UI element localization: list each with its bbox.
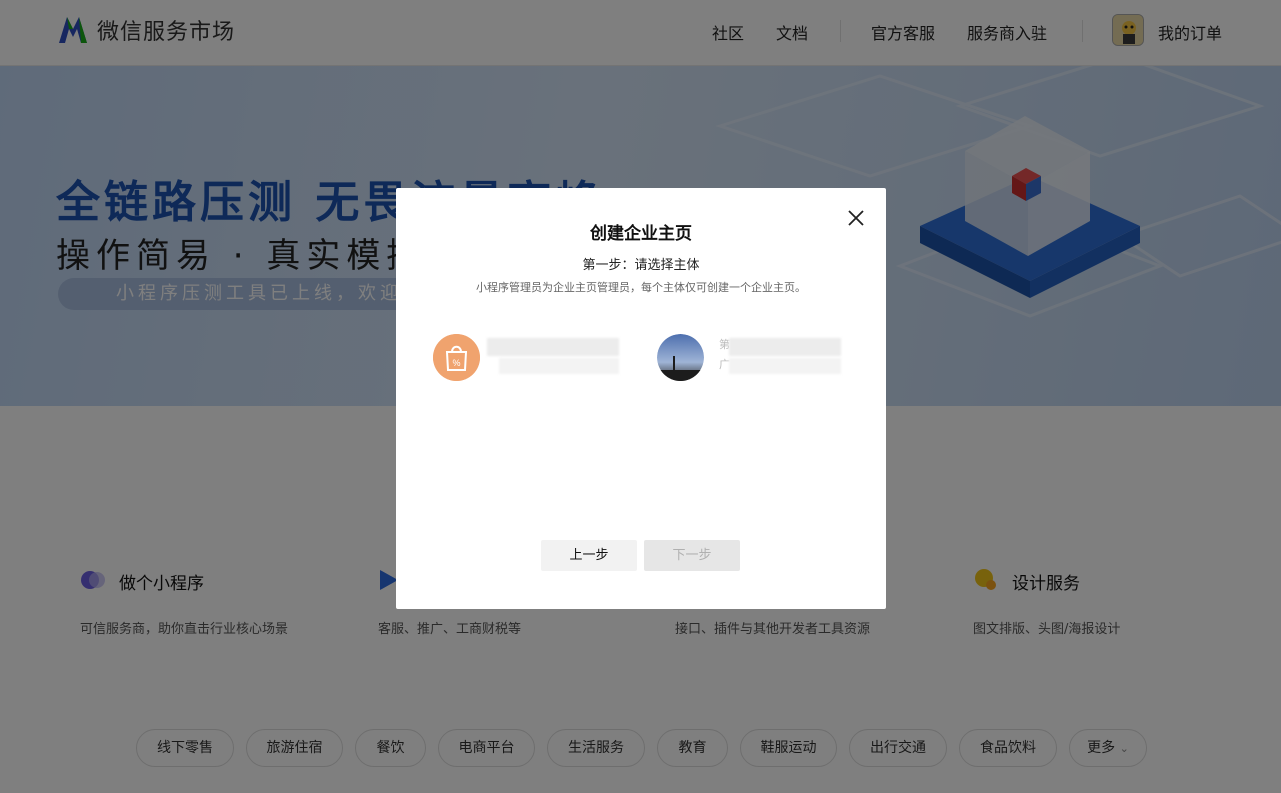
- redacted-info: [499, 358, 619, 374]
- redacted-name: [729, 338, 841, 356]
- close-icon[interactable]: [846, 208, 866, 228]
- shopping-bag-icon: %: [433, 334, 480, 381]
- entity-option[interactable]: 第 广: [657, 334, 847, 382]
- dialog-step: 第一步：请选择主体: [582, 258, 700, 273]
- create-enterprise-page-dialog: 创建企业主页 第一步：请选择主体 小程序管理员为企业主页管理员，每个主体仅可创建…: [396, 188, 886, 609]
- sunset-photo-avatar: [657, 334, 704, 381]
- prev-step-button[interactable]: 上一步: [541, 540, 637, 571]
- redacted-name: [487, 338, 619, 356]
- redacted-info: [729, 358, 841, 374]
- dialog-title: 创建企业主页: [590, 224, 692, 244]
- dialog-description: 小程序管理员为企业主页管理员，每个主体仅可创建一个企业主页。: [476, 281, 806, 294]
- entity-option[interactable]: %: [433, 334, 623, 382]
- next-step-button[interactable]: 下一步: [644, 540, 740, 571]
- svg-text:%: %: [452, 358, 460, 368]
